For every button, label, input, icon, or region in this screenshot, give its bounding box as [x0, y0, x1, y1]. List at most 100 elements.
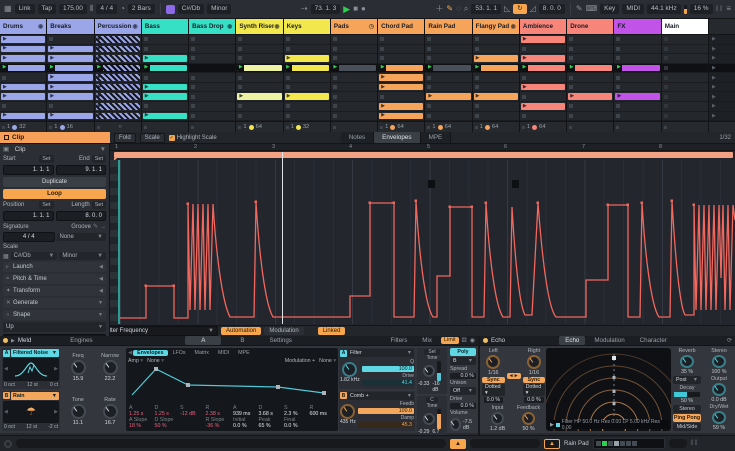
- clip-slot[interactable]: ▶: [283, 54, 330, 64]
- engine-a-ct[interactable]: 0 ct: [50, 382, 58, 388]
- clip-play-icon[interactable]: ▶: [95, 64, 103, 72]
- tab-settings[interactable]: Settings: [264, 336, 298, 345]
- clip-play-icon[interactable]: ▶: [50, 75, 54, 80]
- clip[interactable]: ▶: [1, 83, 46, 91]
- groove-edit-icon[interactable]: ✎: [93, 223, 98, 230]
- track-header[interactable]: Main: [661, 19, 708, 35]
- clip-slot[interactable]: ▶: [330, 63, 378, 74]
- clip[interactable]: ▶: [1, 36, 46, 43]
- scale-name-menu[interactable]: Minor: [207, 3, 232, 15]
- clip-play-icon[interactable]: ▶: [3, 84, 7, 90]
- clip-slot[interactable]: ▶: [425, 63, 472, 74]
- clip-stop-icon[interactable]: [332, 113, 337, 118]
- clip-stop-icon[interactable]: [616, 104, 621, 109]
- track-header[interactable]: Ambience: [519, 19, 567, 35]
- clip-play-icon[interactable]: ▶: [379, 64, 387, 72]
- clip[interactable]: ▶: [95, 45, 140, 53]
- beat-time-ruler[interactable]: 1 2 3 4 5 6 7 8: [110, 144, 735, 151]
- prev-icon[interactable]: ◀: [4, 409, 8, 415]
- voice-menu[interactable]: B ▼: [450, 357, 476, 365]
- clip-panel-title[interactable]: ▣ Clip ▼: [3, 146, 106, 153]
- clip[interactable]: ▶: [520, 36, 566, 43]
- scene-launch[interactable]: ▶: [709, 54, 735, 64]
- filter-b-feedback[interactable]: 100.0: [357, 408, 414, 415]
- warning-button[interactable]: ▲: [450, 438, 466, 449]
- scene-launch[interactable]: ▶: [709, 112, 735, 122]
- clip-stop-icon[interactable]: [663, 104, 668, 109]
- clip[interactable]: ▶: [331, 64, 377, 72]
- clip-stop-icon[interactable]: [427, 104, 432, 109]
- link-button[interactable]: Link: [14, 3, 35, 15]
- clip-slot[interactable]: [614, 44, 661, 55]
- key-map-button[interactable]: Key: [600, 3, 620, 15]
- prev-icon[interactable]: ◀: [4, 366, 8, 372]
- clip-slot[interactable]: [189, 92, 236, 102]
- length-field[interactable]: 8. 0. 0: [55, 211, 106, 221]
- clip-play-icon[interactable]: ▶: [50, 113, 54, 118]
- stereo-link-toggle[interactable]: ◄►: [506, 372, 521, 379]
- clip-play-icon[interactable]: ▶: [381, 113, 385, 118]
- clip-stop-icon[interactable]: [427, 37, 432, 42]
- draw-mode-icon[interactable]: ✎: [576, 5, 583, 13]
- clip-slot[interactable]: [567, 101, 614, 112]
- clip[interactable]: ▶: [237, 64, 282, 72]
- clip-stop-icon[interactable]: [191, 46, 196, 51]
- reverb-position-menu[interactable]: Post ▼: [673, 376, 701, 385]
- clip-play-icon[interactable]: ▶: [50, 55, 54, 61]
- clip-slot[interactable]: ▶: [141, 54, 189, 64]
- filter-a-q[interactable]: 100.0: [361, 365, 414, 372]
- clip-slot[interactable]: [189, 44, 236, 55]
- clip-slot[interactable]: [378, 35, 425, 45]
- right-sync-toggle[interactable]: Sync: [522, 377, 546, 383]
- clip[interactable]: ▶: [142, 112, 188, 120]
- clip-slot[interactable]: [661, 82, 708, 93]
- clip-stop-icon[interactable]: [332, 94, 337, 99]
- clip-stop-icon[interactable]: [569, 75, 574, 80]
- clip-slot[interactable]: [661, 92, 708, 102]
- tab-notes[interactable]: Notes: [340, 132, 375, 143]
- track-header[interactable]: Rain Pad: [425, 19, 472, 35]
- clip-stop-icon[interactable]: [143, 37, 148, 42]
- clip-play-icon[interactable]: ▶: [3, 94, 7, 99]
- clip-stop-icon[interactable]: [238, 75, 243, 80]
- clip-stop-icon[interactable]: [332, 75, 337, 80]
- meld-tab-lfos[interactable]: LFOs: [169, 350, 190, 356]
- poly-toggle[interactable]: Poly: [450, 348, 476, 356]
- tab-mpe[interactable]: MPE: [420, 132, 452, 143]
- clip-slot[interactable]: [519, 73, 567, 83]
- clip-slot[interactable]: ▶: [519, 54, 567, 64]
- clip-slot[interactable]: ▶: [378, 101, 425, 112]
- clip[interactable]: ▶: [95, 36, 140, 43]
- right-time-knob[interactable]: [526, 355, 541, 369]
- tab-engine-b[interactable]: B: [224, 336, 260, 345]
- clip-stop-icon[interactable]: [569, 46, 574, 51]
- clip-slot[interactable]: [283, 73, 330, 83]
- clip-stop-icon[interactable]: [474, 37, 479, 42]
- loop-length-field[interactable]: 8. 0. 0: [538, 3, 565, 15]
- clip-slot[interactable]: [567, 44, 614, 55]
- clip-stop-icon[interactable]: [285, 85, 290, 90]
- next-icon[interactable]: ▶: [54, 409, 58, 415]
- computer-midi-keyboard-icon[interactable]: ⌨: [586, 5, 598, 13]
- clip[interactable]: ▶: [95, 112, 140, 120]
- clip[interactable]: ▶: [48, 45, 93, 53]
- clip-slot[interactable]: [236, 54, 283, 64]
- reverb-knob[interactable]: [680, 355, 694, 369]
- clip[interactable]: ▶: [1, 45, 46, 53]
- track-header[interactable]: FX: [614, 19, 661, 35]
- filter-a-tone-knob[interactable]: [423, 365, 435, 377]
- clip-play-icon[interactable]: ▶: [237, 64, 245, 72]
- clip-stop-icon[interactable]: [427, 75, 432, 80]
- clip-slot[interactable]: ▶: [378, 111, 425, 122]
- clip[interactable]: ▶: [615, 64, 660, 72]
- clip-slot[interactable]: [236, 82, 283, 93]
- grid-value[interactable]: 1/32: [719, 135, 731, 141]
- clip-stop-icon[interactable]: [380, 37, 385, 42]
- left-mode-menu[interactable]: Dotted ▾: [482, 384, 505, 396]
- clip[interactable]: ▶: [95, 83, 140, 91]
- arrangement-position-field[interactable]: 73. 1. 3: [310, 3, 341, 15]
- clip-play-icon[interactable]: ▶: [50, 84, 54, 90]
- track-header[interactable]: Percussion ◉: [94, 19, 141, 35]
- scene-launch[interactable]: ▶: [709, 102, 735, 112]
- clip-stop-icon[interactable]: [238, 37, 243, 42]
